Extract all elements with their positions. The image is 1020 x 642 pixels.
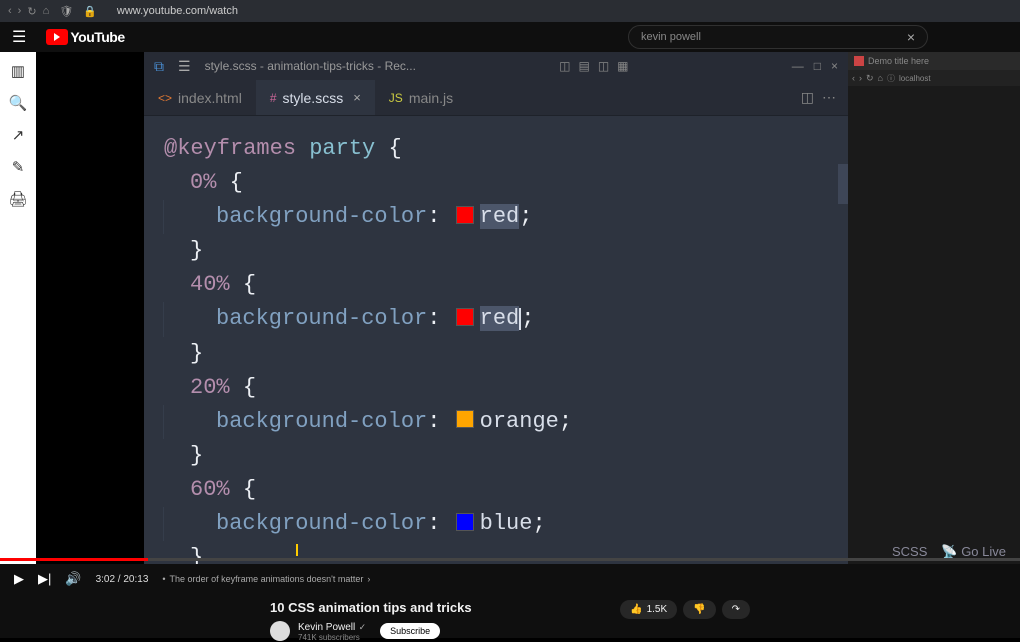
search-input[interactable]: kevin powell × (628, 25, 928, 49)
preview-panel: Demo title here ‹ › ↻ ⌂ ⓘ localhost (848, 52, 1020, 564)
color-swatch-icon (456, 308, 474, 326)
code-editor[interactable]: @keyframes party { 0% {background-color:… (144, 116, 848, 564)
dislike-button[interactable]: 👎 (683, 600, 715, 619)
code-property: background-color (216, 306, 427, 331)
lock-icon: 🔒 (83, 5, 97, 18)
share-button[interactable]: ↷ (722, 600, 750, 619)
vscode-tabs: <> index.html # style.scss × JS main.js … (144, 80, 848, 116)
channel-name[interactable]: Kevin Powell (298, 622, 355, 633)
tab-label: style.scss (283, 90, 344, 106)
preview-tab[interactable]: Demo title here (848, 52, 1020, 70)
scss-icon: # (270, 91, 277, 105)
layout-grid-icon[interactable]: ▦ (617, 59, 628, 73)
code-property: background-color (216, 511, 427, 536)
video-title: 10 CSS animation tips and tricks (270, 600, 610, 615)
tab-main-js[interactable]: JS main.js (375, 80, 467, 115)
code-close-brace: } (190, 341, 203, 366)
progress-fill (0, 558, 148, 561)
verified-icon: ✓ (359, 622, 367, 632)
tab-style-scss[interactable]: # style.scss × (256, 80, 375, 115)
code-close-brace: } (190, 238, 203, 263)
reload-icon[interactable]: ↻ (27, 5, 36, 18)
volume-icon[interactable]: 🔊 (65, 571, 81, 587)
left-toolbar: ▥ 🔍 ↗ ✎ 🖨 (0, 52, 36, 564)
code-property: background-color (216, 409, 427, 434)
prev-reload-icon[interactable]: ↻ (866, 73, 874, 84)
js-icon: JS (389, 91, 403, 105)
close-window-icon[interactable]: × (831, 59, 838, 73)
code-value: blue (480, 511, 533, 536)
info-icon: ⓘ (887, 73, 895, 84)
minimap[interactable] (838, 164, 848, 204)
prev-back-icon[interactable]: ‹ (852, 73, 855, 83)
code-close-brace: } (190, 443, 203, 468)
play-icon[interactable]: ▶ (14, 571, 24, 587)
clear-search-icon[interactable]: × (907, 29, 915, 45)
like-button[interactable]: 👍 1.5K (620, 600, 677, 619)
video-info: 10 CSS animation tips and tricks Kevin P… (0, 594, 1020, 638)
search-icon[interactable]: 🔍 (9, 94, 28, 112)
tab-index-html[interactable]: <> index.html (144, 80, 256, 115)
color-swatch-icon (456, 513, 474, 531)
layout-right-icon[interactable]: ◫ (598, 59, 609, 73)
html-icon: <> (158, 91, 172, 105)
preview-url-bar[interactable]: ‹ › ↻ ⌂ ⓘ localhost (848, 70, 1020, 86)
time-display: 3:02 / 20:13 (96, 574, 149, 585)
preview-url: localhost (899, 74, 931, 83)
code-property: background-color (216, 204, 427, 229)
maximize-icon[interactable]: □ (814, 59, 821, 73)
share-icon[interactable]: ↗ (12, 126, 25, 144)
code-close-brace: } (190, 545, 203, 564)
color-swatch-icon (456, 206, 474, 224)
split-editor-icon[interactable]: ◫ (801, 89, 814, 106)
shield-icon: 🛡 (59, 5, 73, 18)
code-percentage: 60% (190, 477, 230, 502)
vscode-window: ⧉ ☰ style.scss - animation-tips-tricks -… (144, 52, 848, 564)
prev-home-icon[interactable]: ⌂ (878, 73, 883, 83)
code-keyword: @keyframes (164, 136, 296, 161)
chapter-marker (296, 544, 298, 556)
close-tab-icon[interactable]: × (353, 90, 361, 105)
back-icon[interactable]: ‹ (8, 5, 12, 18)
code-value: orange (480, 409, 559, 434)
code-value: red (480, 204, 520, 229)
vscode-menu-icon[interactable]: ☰ (178, 58, 191, 75)
code-anim-name: party (309, 136, 375, 161)
youtube-logo[interactable]: YouTube (46, 29, 124, 45)
youtube-logo-text: YouTube (70, 29, 124, 45)
code-percentage: 0% (190, 170, 216, 195)
vscode-logo-icon: ⧉ (154, 58, 164, 75)
home-icon[interactable]: ⌂ (43, 5, 50, 18)
edit-icon[interactable]: ✎ (12, 158, 25, 176)
forward-icon[interactable]: › (18, 5, 22, 18)
code-value: red (480, 306, 520, 331)
subscribe-button[interactable]: Subscribe (380, 623, 440, 639)
print-icon[interactable]: 🖨 (8, 190, 27, 208)
video-controls: ▶ ▶| 🔊 3:02 / 20:13 • The order of keyfr… (0, 564, 1020, 594)
hamburger-icon[interactable]: ☰ (12, 27, 26, 47)
play-logo-icon (46, 29, 68, 45)
code-percentage: 40% (190, 272, 230, 297)
youtube-header: ☰ YouTube kevin powell × (0, 22, 1020, 52)
prev-fwd-icon[interactable]: › (859, 73, 862, 83)
url-bar[interactable]: www.youtube.com/watch (117, 5, 238, 17)
layout-left-icon[interactable]: ◫ (559, 59, 570, 73)
browser-chrome: ‹ › ↻ ⌂ 🛡 🔒 www.youtube.com/watch (0, 0, 1020, 22)
progress-bar[interactable] (0, 558, 1020, 561)
monitor-icon[interactable]: ▥ (11, 62, 25, 80)
chapter-title[interactable]: • The order of keyframe animations doesn… (162, 574, 370, 584)
code-percentage: 20% (190, 375, 230, 400)
minimize-icon[interactable]: ― (792, 59, 804, 73)
next-icon[interactable]: ▶| (38, 571, 51, 587)
vscode-titlebar: ⧉ ☰ style.scss - animation-tips-tricks -… (144, 52, 848, 80)
vscode-window-title: style.scss - animation-tips-tricks - Rec… (205, 59, 416, 73)
favicon-icon (854, 56, 864, 66)
preview-tab-title: Demo title here (868, 56, 929, 66)
search-value: kevin powell (641, 31, 701, 43)
tab-label: main.js (409, 90, 453, 106)
more-icon[interactable]: ⋯ (822, 89, 836, 106)
tab-label: index.html (178, 90, 242, 106)
layout-bottom-icon[interactable]: ▤ (578, 59, 589, 73)
color-swatch-icon (456, 410, 474, 428)
